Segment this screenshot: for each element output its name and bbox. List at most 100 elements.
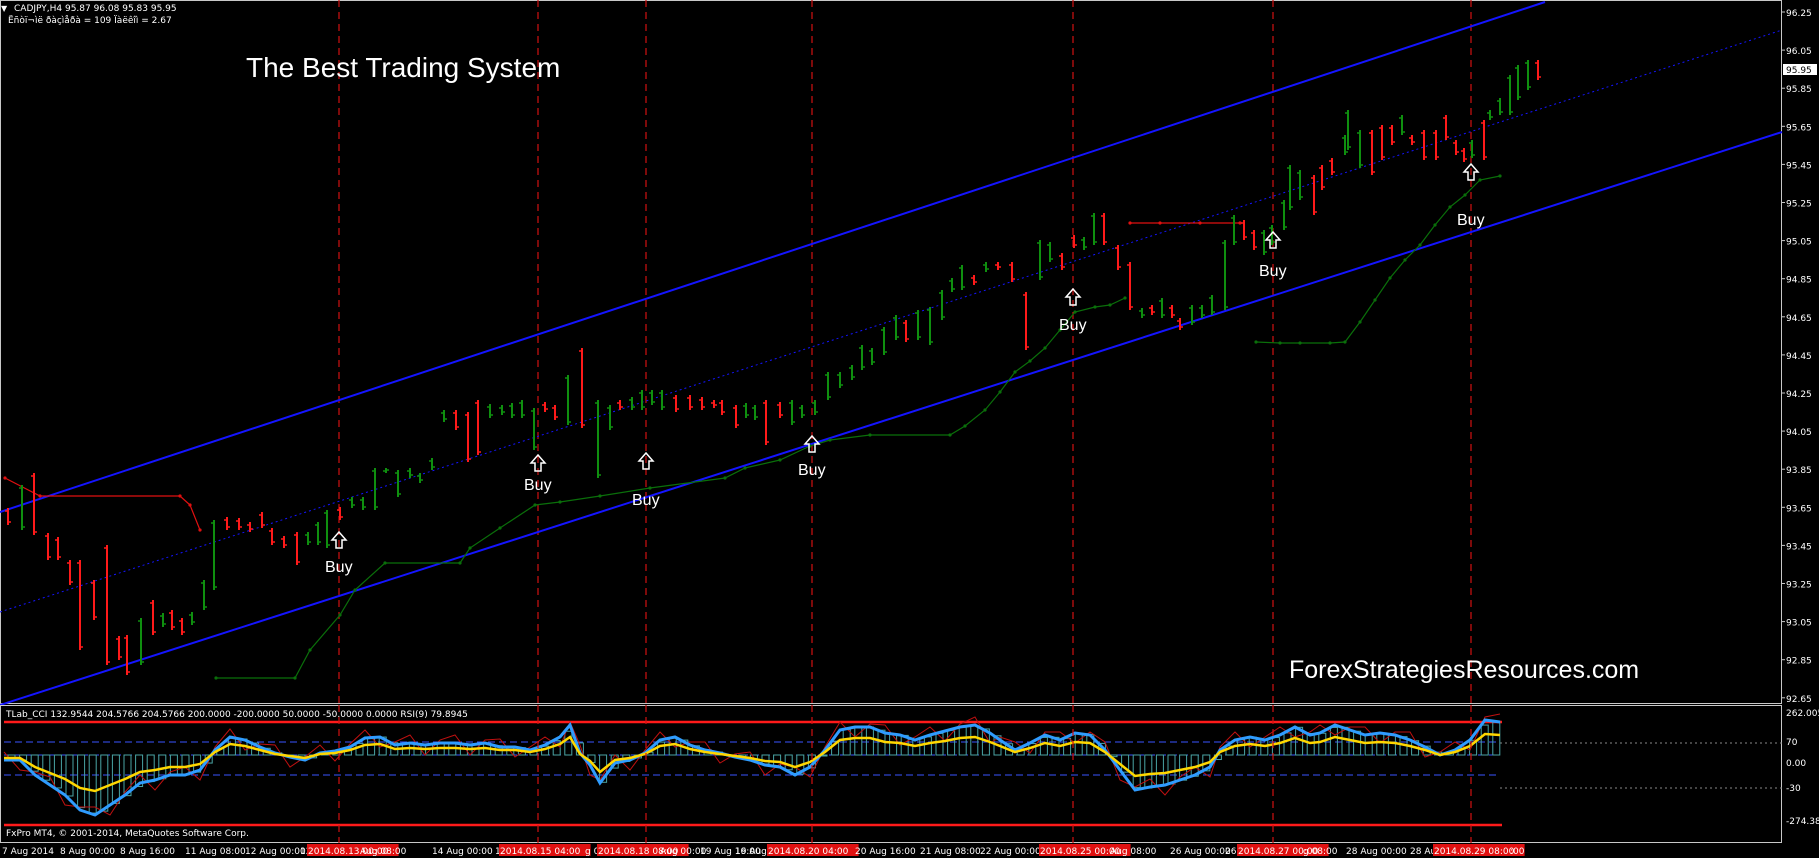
trail-stop-green-2-dot	[1403, 258, 1407, 262]
time-label: 22 Aug 00:00	[980, 847, 1041, 857]
time-label: 8 Aug 00:00	[60, 847, 115, 857]
price-chart[interactable]: 96.25 96.05 95.85 95.65 95.45 95.25 95.05 94.85…	[0, 0, 1819, 705]
buy-signal: Buy	[1059, 287, 1087, 334]
cci-histogram-bar	[1167, 754, 1176, 785]
time-label: 2014.08.25 00:00	[1040, 847, 1121, 857]
trail-stop-green-dot	[353, 588, 357, 592]
cci-histogram-bar	[227, 737, 236, 756]
trail-stop-green-dot	[868, 433, 872, 437]
trail-stop-green-2-dot	[1463, 193, 1467, 197]
time-label: 2014.08.15 04:00	[500, 847, 581, 857]
price-label: 93.25	[1786, 581, 1812, 591]
trail-stop-green-2-dot	[1478, 178, 1482, 182]
trail-stop-red-2-dot	[1128, 221, 1132, 225]
cci-histogram-bar	[111, 754, 120, 804]
trail-stop-green-2-dot	[1328, 341, 1332, 345]
cci-histogram-bar	[923, 736, 932, 756]
indicator-window[interactable]: 262.0058 70 0.00 -30 -274.381	[0, 705, 1819, 843]
trail-stop-green-dot	[338, 613, 342, 617]
time-label: 2014.08.29 08:00	[1434, 847, 1515, 857]
cci-histogram-bar	[1376, 732, 1385, 756]
indicator-canvas[interactable]: 262.0058 70 0.00 -30 -274.381	[0, 705, 1819, 843]
indicator-border	[0, 705, 1782, 843]
cci-histogram-bar	[657, 741, 666, 756]
cci-histogram-bar	[1074, 732, 1083, 756]
trail-stop-red-2-dot	[1198, 221, 1202, 225]
trail-stop-green-2-dot	[1358, 320, 1362, 324]
cci-histogram-bar	[1364, 734, 1373, 756]
cci-histogram-bar	[935, 732, 944, 756]
trail-stop-green-dot	[533, 503, 537, 507]
trail-stop-green-dot	[383, 561, 387, 565]
trail-stop-green-dot	[1043, 346, 1047, 350]
cci-histogram-bar	[1155, 754, 1164, 787]
cci-histogram-bar	[1387, 733, 1396, 756]
price-label: 93.65	[1786, 504, 1812, 514]
price-label: 94.25	[1786, 390, 1812, 400]
trail-stop-green-2	[1255, 175, 1501, 344]
cci-histogram-bar	[1306, 733, 1315, 756]
trail-stop-green-dot	[983, 408, 987, 412]
time-label: 11 Aug 08:00	[185, 847, 246, 857]
trail-stop-green-2-dot	[1373, 298, 1377, 302]
range-info: Ëñòï¬ìë ðàçìåðà = 109 Ïàëêîì = 2.67	[8, 16, 172, 26]
indicator-scale-label: 0.00	[1786, 759, 1806, 769]
trail-stop-green-dot	[458, 561, 462, 565]
trail-stop-green-2-dot	[1498, 174, 1502, 178]
price-label: 95.45	[1786, 161, 1812, 171]
current-price-label: 95.95	[1786, 66, 1812, 76]
cci-histogram-bar	[1063, 737, 1072, 756]
trail-stop-green-dot	[308, 648, 312, 652]
cci-histogram-bar	[1480, 724, 1489, 756]
symbol-header: CADJPY,H4 95.87 96.08 95.83 95.95	[14, 4, 177, 14]
time-label: 8 Aug 16:00	[120, 847, 175, 857]
trail-stop-green-dot	[558, 500, 562, 504]
trail-stop-green-dot	[998, 390, 1002, 394]
indicator-scale-label: -274.381	[1786, 817, 1819, 827]
buy-label: Buy	[1457, 212, 1485, 229]
time-label: 7 Aug 2014	[2, 847, 54, 857]
trail-stop-red-dot	[3, 476, 7, 480]
cci-histogram-bar	[1248, 736, 1257, 756]
cci-histogram-bar	[1132, 754, 1141, 789]
cci-histogram-bar	[1318, 732, 1327, 756]
cci-histogram-bar	[1144, 754, 1153, 789]
trail-stop-red-dot	[38, 494, 42, 498]
trail-stop-green-dot	[598, 494, 602, 498]
trail-stop-green-dot	[468, 546, 472, 550]
indicator-header: TLab_CCI 132.9544 204.5766 204.5766 200.…	[6, 710, 468, 720]
buy-label: Buy	[632, 492, 660, 509]
indicator-scale-label: -30	[1786, 784, 1801, 794]
cci-histogram-bar	[564, 730, 573, 756]
price-label: 93.45	[1786, 542, 1812, 552]
cci-histogram-bar	[970, 725, 979, 756]
price-chart-canvas[interactable]: 96.25 96.05 95.85 95.65 95.45 95.25 95.05 94.85…	[0, 0, 1819, 705]
cci-raw-line	[3, 713, 1501, 816]
price-label: 93.05	[1786, 619, 1812, 629]
cci-histogram-bar	[1329, 726, 1338, 756]
time-label: 26 Aug 00:00	[1170, 847, 1231, 857]
trail-stop-green-2-dot	[1418, 243, 1422, 247]
price-label: 92.85	[1786, 657, 1812, 667]
trail-stop-green-dot	[948, 433, 952, 437]
time-label: 28 Aug 00:00	[1346, 847, 1407, 857]
trail-stop-green-dot	[963, 424, 967, 428]
time-label: Aug 08:00	[360, 847, 407, 857]
trail-stop-green	[216, 297, 1126, 679]
trail-stop-green-dot	[1108, 303, 1112, 307]
chart-title: The Best Trading System	[246, 52, 561, 83]
time-label: Aug 08:00	[1110, 847, 1157, 857]
buy-label: Buy	[524, 477, 552, 494]
price-label: 93.85	[1786, 466, 1812, 476]
cci-histogram-bar	[889, 733, 898, 756]
price-label: 95.25	[1786, 200, 1812, 210]
trail-stop-green-2-dot	[1254, 340, 1258, 344]
price-label: 94.45	[1786, 352, 1812, 362]
cci-histogram-bar	[100, 754, 109, 812]
trail-stop-green-dot	[498, 526, 502, 530]
channel-upper-line	[0, 1, 1546, 513]
trail-stop-green-dot	[1123, 296, 1127, 300]
time-label: :00	[1510, 847, 1525, 857]
chart-menu-icon[interactable]: ▼	[1, 4, 7, 13]
trail-stop-red-dot	[188, 503, 192, 507]
